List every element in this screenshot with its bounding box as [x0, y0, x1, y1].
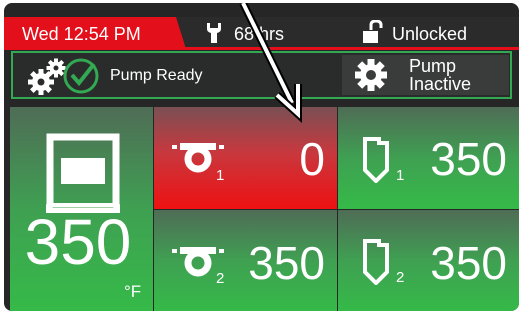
applicator-1-index: 1 — [396, 167, 405, 184]
gear-icon — [355, 59, 387, 91]
pump-status-text: Pump Ready — [110, 67, 203, 84]
hose-2-index: 2 — [216, 270, 225, 287]
lock-status-text: Unlocked — [392, 24, 468, 44]
applicator-2-index: 2 — [396, 269, 405, 286]
hose-2-value: 350 — [248, 237, 325, 289]
pump-toggle-button[interactable]: Pump Inactive — [342, 55, 509, 95]
tank-temperature-value: 350 — [24, 206, 132, 278]
datetime-tab: Wed 12:54 PM — [4, 17, 186, 49]
tank-temperature-tile[interactable]: 350 °F — [10, 107, 153, 311]
hours-text: 68 hrs — [234, 24, 285, 44]
pump-toggle-label-line1: Pump — [409, 56, 457, 76]
wrench-icon — [207, 23, 221, 43]
tank-icon — [46, 133, 120, 213]
applicator-1-value: 350 — [430, 133, 507, 185]
status-divider — [4, 47, 519, 50]
hose-1-tile[interactable]: 1 0 — [154, 107, 337, 209]
applicator-2-value: 350 — [430, 237, 507, 289]
applicator-2-tile[interactable]: 2 350 — [338, 210, 519, 311]
pump-toggle-label: Pump Inactive — [409, 57, 471, 93]
info-panel: Pump Ready Pump Inactive — [11, 51, 512, 99]
applicator-icon — [363, 137, 389, 183]
hose-2-tile[interactable]: 2 350 — [154, 210, 337, 311]
applicator-1-tile[interactable]: 1 350 — [338, 107, 519, 209]
pump-toggle-label-line2: Inactive — [409, 74, 472, 94]
hose-1-index: 1 — [216, 167, 225, 184]
temperature-unit: °F — [124, 282, 142, 301]
hmi-screen: Wed 12:54 PM 68 hrs Unlocked Pump Ready … — [4, 3, 519, 311]
unlock-icon — [363, 20, 383, 43]
datetime-text: Wed 12:54 PM — [22, 24, 141, 44]
hose-1-value: 0 — [299, 133, 325, 185]
gears-check-icon — [28, 58, 99, 95]
applicator-icon — [363, 239, 389, 285]
